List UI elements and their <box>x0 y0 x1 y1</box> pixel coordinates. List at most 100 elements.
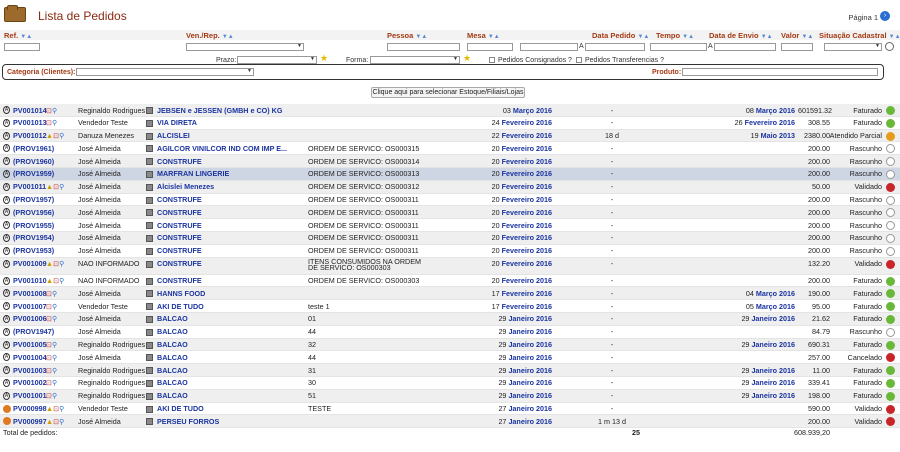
anchor-icon[interactable]: A <box>3 157 10 166</box>
document-icon[interactable] <box>146 277 153 285</box>
table-row[interactable]: A (PROV1954) José Almeida CONSTRUFE ORDEM DE… <box>0 231 900 245</box>
mesa-filter-input[interactable] <box>467 43 513 51</box>
customer-link[interactable]: CONSTRUFE <box>157 208 202 217</box>
search-icon[interactable]: ⚲ <box>52 314 57 323</box>
status-icon[interactable] <box>886 289 895 299</box>
col-valor[interactable]: Valor ▼▲ <box>781 31 813 40</box>
order-ref-link[interactable]: (PROV1954) <box>13 233 54 242</box>
status-icon[interactable] <box>886 169 895 179</box>
order-ref-link[interactable]: (PROV1961) <box>13 144 54 153</box>
anchor-icon[interactable]: A <box>3 391 10 400</box>
table-row[interactable]: A PV001011 ▲⊡⚲ José Almeida Alcislei Menezes… <box>0 180 900 194</box>
anchor-icon[interactable]: A <box>3 276 10 285</box>
order-ref-link[interactable]: PV001010 <box>13 276 47 285</box>
customer-link[interactable]: CONSTRUFE <box>157 221 202 230</box>
table-row[interactable]: A PV001013 ⊡⚲ Vendedor Teste VIA DIRETA 24 Fe… <box>0 117 900 130</box>
status-icon[interactable] <box>886 106 895 115</box>
col-mesa[interactable]: Mesa ▼▲ <box>467 31 500 40</box>
table-row[interactable]: A PV001012 ▲⊡⚲ Danuza Menezes ALCISLEI 22 Fev… <box>0 129 900 143</box>
document-icon[interactable] <box>146 132 153 140</box>
sort-icon[interactable]: ▼▲ <box>637 34 649 40</box>
sort-icon[interactable]: ▼▲ <box>222 34 234 40</box>
document-icon[interactable] <box>146 209 153 217</box>
document-icon[interactable] <box>146 260 153 268</box>
customer-link[interactable]: BALCAO <box>157 366 188 375</box>
table-row[interactable]: A (PROV1947) José Almeida BALCAO 44 29 Janeir… <box>0 326 900 339</box>
document-icon[interactable] <box>146 341 153 349</box>
anchor-icon[interactable]: A <box>3 259 10 268</box>
star-icon[interactable]: ★ <box>320 53 328 64</box>
search-icon[interactable]: ⚲ <box>59 417 64 426</box>
customer-link[interactable]: Alcislei Menezes <box>157 182 214 191</box>
search-icon[interactable]: ⚲ <box>59 182 64 191</box>
sort-icon[interactable]: ▼▲ <box>682 34 694 40</box>
table-row[interactable]: A PV001006 ⊡⚲ José Almeida BALCAO 01 29 Janeir… <box>0 312 900 326</box>
document-icon[interactable] <box>146 158 153 166</box>
ref-filter-input[interactable] <box>4 43 40 51</box>
table-row[interactable]: A (PROV1960) José Almeida CONSTRUFE ORDEM DE… <box>0 155 900 168</box>
document-icon[interactable] <box>146 247 153 255</box>
table-row[interactable]: PV000998 ▲⊡⚲ Vendedor Teste AKI DE TUDO TEST… <box>0 403 900 416</box>
customer-link[interactable]: BALCAO <box>157 391 188 400</box>
order-ref-link[interactable]: PV001003 <box>13 366 47 375</box>
table-row[interactable]: A PV001005 ⊡⚲ Reginaldo Rodrigues BALCAO 32 29… <box>0 338 900 352</box>
customer-link[interactable]: BALCAO <box>157 353 188 362</box>
order-ref-link[interactable]: PV001013 <box>13 118 47 127</box>
table-row[interactable]: A (PROV1961) José Almeida AGILCOR VINILCOR … <box>0 142 900 156</box>
col-situacao[interactable]: Situação Cadastral ▼▲ <box>819 31 900 40</box>
ven-filter-select[interactable] <box>186 43 304 51</box>
clear-filter-icon[interactable] <box>885 42 894 51</box>
customer-link[interactable]: BALCAO <box>157 327 188 336</box>
status-icon[interactable] <box>886 314 895 324</box>
situacao-filter-select[interactable] <box>824 43 882 51</box>
order-ref-link[interactable]: PV001005 <box>13 340 47 349</box>
envio-to-input[interactable] <box>714 43 776 51</box>
customer-link[interactable]: CONSTRUFE <box>157 195 202 204</box>
order-ref-link[interactable]: PV001009 <box>13 259 47 268</box>
order-ref-link[interactable]: (PROV1947) <box>13 327 54 336</box>
col-ref[interactable]: Ref. ▼▲ <box>4 31 32 40</box>
status-icon[interactable] <box>886 195 895 205</box>
order-ref-link[interactable]: (PROV1955) <box>13 221 54 230</box>
search-icon[interactable]: ⚲ <box>52 353 57 362</box>
anchor-icon[interactable]: A <box>3 208 10 217</box>
status-icon[interactable] <box>886 233 895 243</box>
customer-link[interactable]: PERSEU FORROS <box>157 417 219 426</box>
document-icon[interactable] <box>146 392 153 400</box>
produto-input[interactable] <box>682 68 878 76</box>
anchor-icon[interactable]: A <box>3 144 10 153</box>
customer-link[interactable]: AGILCOR VINILCOR IND COM IMP E... <box>157 144 287 153</box>
order-ref-link[interactable]: PV001004 <box>13 353 47 362</box>
document-icon[interactable] <box>146 170 153 178</box>
customer-link[interactable]: CONSTRUFE <box>157 233 202 242</box>
search-icon[interactable]: ⚲ <box>59 276 64 285</box>
status-icon[interactable] <box>886 276 895 286</box>
customer-link[interactable]: ALCISLEI <box>157 131 190 140</box>
prazo-select[interactable] <box>237 56 317 64</box>
status-icon[interactable] <box>886 378 895 388</box>
data-from-input[interactable] <box>520 43 578 51</box>
table-row[interactable]: A PV001002 ⊡⚲ Reginaldo Rodrigues BALCAO 30 29… <box>0 377 900 390</box>
document-icon[interactable] <box>146 107 153 114</box>
table-row[interactable]: A (PROV1955) José Almeida CONSTRUFE ORDEM DE… <box>0 219 900 232</box>
order-ref-link[interactable]: PV001001 <box>13 391 47 400</box>
status-icon[interactable] <box>886 182 895 192</box>
table-row[interactable]: A PV001003 ⊡⚲ Reginaldo Rodrigues BALCAO 31 29… <box>0 364 900 377</box>
anchor-icon[interactable]: A <box>3 221 10 230</box>
search-icon[interactable]: ⚲ <box>52 106 57 115</box>
document-icon[interactable] <box>146 328 153 336</box>
document-icon[interactable] <box>146 290 153 298</box>
customer-link[interactable]: CONSTRUFE <box>157 157 202 166</box>
document-icon[interactable] <box>146 119 153 127</box>
search-icon[interactable]: ⚲ <box>52 118 57 127</box>
search-icon[interactable]: ⚲ <box>52 366 57 375</box>
star-icon[interactable]: ★ <box>463 53 471 64</box>
order-ref-link[interactable]: PV000998 <box>13 404 47 413</box>
document-icon[interactable] <box>146 379 153 387</box>
document-icon[interactable] <box>146 315 153 323</box>
customer-link[interactable]: AKI DE TUDO <box>157 404 204 413</box>
status-icon[interactable] <box>886 208 895 218</box>
document-icon[interactable] <box>146 222 153 230</box>
order-ref-link[interactable]: PV001008 <box>13 289 47 298</box>
forma-select[interactable] <box>370 56 460 64</box>
